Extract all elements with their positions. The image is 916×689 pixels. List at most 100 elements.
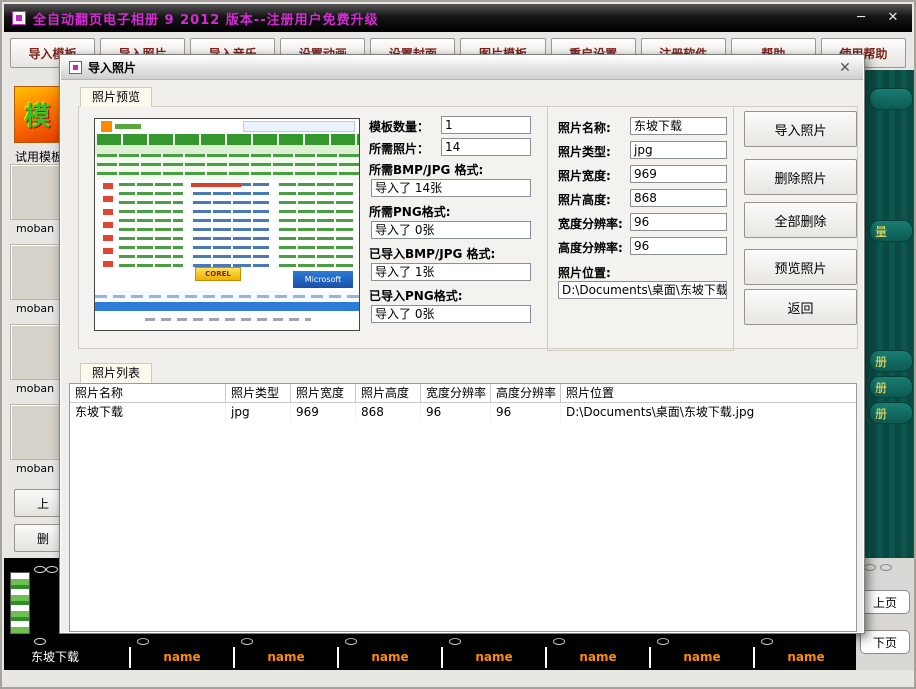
oval-decoration — [449, 638, 461, 645]
import-photos-dialog: 导入照片 ✕ 照片预览 COREL Microsoft 模板数量： 1 所需照片… — [59, 54, 865, 634]
oval-decoration — [137, 638, 149, 645]
microsoft-banner: Microsoft — [293, 271, 353, 288]
side-panel-button-album-2[interactable]: 册 — [869, 376, 913, 398]
photo-name-cell[interactable]: name — [753, 647, 857, 668]
table-row[interactable]: 东坡下载 jpg 969 868 96 96 D:\Documents\桌面\东… — [70, 403, 856, 422]
preview-footer-text — [145, 318, 311, 321]
photo-name-cell[interactable]: name — [649, 647, 753, 668]
next-page-button[interactable]: 下页 — [860, 630, 910, 654]
preview-site-logo — [101, 121, 112, 132]
photo-type-label: 照片类型: — [558, 145, 611, 159]
delete-photo-button[interactable]: 删除照片 — [744, 159, 857, 195]
preview-blue-bar — [95, 302, 359, 311]
preview-search-bar — [243, 121, 355, 132]
template-thumbnail-char: 模 — [24, 102, 51, 132]
photo-name-cell[interactable]: name — [337, 647, 441, 668]
imported-bmpjpg-field[interactable]: 导入了 1张 — [371, 263, 531, 281]
preview-photo-button[interactable]: 预览照片 — [744, 249, 857, 285]
preview-text-column-mid — [191, 183, 269, 267]
table-header[interactable]: 照片类型 — [226, 384, 291, 402]
needed-bmpjpg-field[interactable]: 导入了 14张 — [371, 179, 531, 197]
needed-png-field[interactable]: 导入了 0张 — [371, 221, 531, 239]
photo-name-cell[interactable]: name — [441, 647, 545, 668]
trial-template-label: 试用模板 — [15, 150, 64, 164]
preview-subnav-bar — [95, 145, 359, 154]
imported-png-label: 已导入PNG格式: — [369, 289, 463, 303]
cell-photo-location: D:\Documents\桌面\东坡下载.jpg — [566, 405, 755, 419]
delete-all-button[interactable]: 全部删除 — [744, 202, 857, 238]
table-header[interactable]: 高度分辨率 — [491, 384, 561, 402]
photo-list-table: 照片名称 照片类型 照片宽度 照片高度 宽度分辨率 高度分辨率 照片位置 东坡下… — [69, 383, 857, 632]
template-item-label: moban — [16, 222, 55, 235]
needed-photos-field[interactable]: 14 — [441, 138, 531, 156]
prev-page-button[interactable]: 上页 — [860, 590, 910, 614]
minimize-button[interactable]: ─ — [850, 8, 872, 28]
photo-name-cell[interactable]: name — [129, 647, 233, 668]
cell-photo-name: 东坡下载 — [70, 403, 226, 422]
cell-photo-type: jpg — [226, 403, 291, 422]
photo-xres-field[interactable]: 96 — [630, 213, 727, 231]
template-item-label: moban — [16, 302, 55, 315]
preview-category-links — [95, 154, 359, 180]
table-header-row: 照片名称 照片类型 照片宽度 照片高度 宽度分辨率 高度分辨率 照片位置 — [70, 384, 856, 403]
needed-photos-label: 所需照片： — [369, 142, 430, 156]
close-button[interactable]: ✕ — [882, 8, 904, 28]
preview-groupbox: COREL Microsoft 模板数量： 1 所需照片： 14 所需BMP/J… — [78, 106, 858, 351]
oval-decoration — [657, 638, 669, 645]
photo-preview-image: COREL Microsoft — [94, 118, 360, 331]
dialog-title: 导入照片 — [88, 61, 137, 75]
side-panel-button[interactable] — [869, 88, 913, 110]
photo-location-label: 照片位置: — [558, 266, 611, 280]
table-header[interactable]: 照片位置 — [561, 384, 856, 402]
side-panel-button-album-3[interactable]: 册 — [869, 402, 913, 424]
cell-photo-xres: 96 — [421, 403, 491, 422]
import-photo-button[interactable]: 导入照片 — [744, 111, 857, 147]
preview-red-heading — [191, 183, 241, 187]
template-count-label: 模板数量： — [369, 120, 430, 134]
tab-photo-preview[interactable]: 照片预览 — [80, 87, 153, 107]
oval-decoration — [241, 638, 253, 645]
photo-height-label: 照片高度: — [558, 193, 611, 207]
dialog-close-button[interactable]: ✕ — [835, 60, 855, 76]
tab-photo-list[interactable]: 照片列表 — [80, 363, 153, 383]
template-count-field[interactable]: 1 — [441, 116, 531, 134]
photo-height-field[interactable]: 868 — [630, 189, 727, 207]
preview-site-logo-text — [115, 124, 141, 129]
photo-name-field[interactable]: 东坡下载 — [630, 117, 727, 135]
table-header[interactable]: 照片名称 — [70, 384, 226, 402]
photo-name-cell[interactable]: name — [545, 647, 649, 668]
needed-png-label: 所需PNG格式: — [369, 205, 451, 219]
oval-decoration — [864, 564, 876, 571]
corel-banner: COREL — [195, 267, 241, 281]
table-header[interactable]: 宽度分辨率 — [421, 384, 491, 402]
imported-bmpjpg-label: 已导入BMP/JPG 格式: — [369, 247, 496, 261]
photo-name-cell[interactable]: 东坡下载 — [4, 647, 129, 668]
photo-info-box: 照片名称: 东坡下载 照片类型: jpg 照片宽度: 969 照片高度: 868… — [547, 106, 734, 351]
preview-footer-links — [95, 291, 359, 301]
table-header[interactable]: 照片宽度 — [291, 384, 356, 402]
oval-decoration — [34, 638, 46, 645]
cell-photo-height: 868 — [356, 403, 421, 422]
imported-png-field[interactable]: 导入了 0张 — [371, 305, 531, 323]
photo-yres-field[interactable]: 96 — [630, 237, 727, 255]
photo-width-field[interactable]: 969 — [630, 165, 727, 183]
window-titlebar: 全自动翻页电子相册 9 2012 版本--注册用户免费升级 ─ ✕ — [4, 4, 912, 32]
template-item-label: moban — [16, 382, 55, 395]
page-navigation-panel: 上页 下页 — [856, 558, 914, 670]
photo-name-label: 照片名称: — [558, 121, 611, 135]
right-side-panel: 量 册 册 册 — [864, 70, 914, 558]
photo-type-field[interactable]: jpg — [630, 141, 727, 159]
preview-icon-column — [103, 183, 113, 271]
template-thumbnail[interactable]: 模 — [14, 86, 61, 143]
cell-photo-width: 969 — [291, 403, 356, 422]
needed-bmpjpg-label: 所需BMP/JPG 格式: — [369, 163, 484, 177]
return-button[interactable]: 返回 — [744, 289, 857, 325]
photo-location-field[interactable]: D:\Documents\桌面\东坡下载 — [558, 281, 727, 299]
side-panel-button-album-1[interactable]: 册 — [869, 350, 913, 372]
oval-decoration — [345, 638, 357, 645]
table-header[interactable]: 照片高度 — [356, 384, 421, 402]
photo-name-strip: 东坡下载 name name name name name name name — [4, 634, 912, 670]
photo-name-cell[interactable]: name — [233, 647, 337, 668]
side-panel-button-quantity[interactable]: 量 — [869, 220, 913, 242]
photo-xres-label: 宽度分辨率: — [558, 217, 623, 231]
